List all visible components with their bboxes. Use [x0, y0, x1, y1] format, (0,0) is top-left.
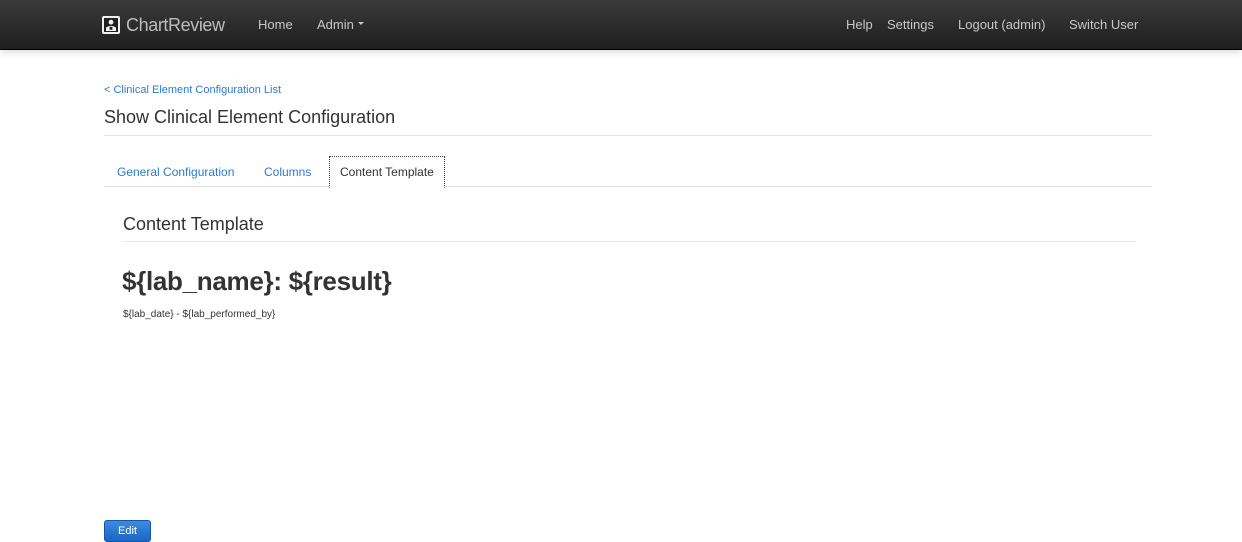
top-navbar: ChartReview Home Admin Help Settings Log…: [0, 0, 1242, 50]
brand-link[interactable]: ChartReview: [102, 11, 225, 39]
section-title: Content Template: [123, 214, 264, 234]
nav-admin-dropdown[interactable]: Admin: [317, 17, 364, 32]
caret-down-icon: [357, 22, 364, 26]
section-divider: [123, 241, 1135, 242]
nav-settings[interactable]: Settings: [887, 17, 934, 32]
nav-home[interactable]: Home: [258, 17, 293, 32]
tab-general-configuration[interactable]: General Configuration: [117, 156, 234, 187]
edit-button[interactable]: Edit: [104, 520, 151, 542]
tab-bar: General Configuration Columns Content Te…: [104, 156, 1152, 188]
tab-content-template[interactable]: Content Template: [329, 156, 445, 188]
nav-logout[interactable]: Logout (admin): [958, 17, 1045, 32]
nav-switch-user[interactable]: Switch User: [1069, 17, 1138, 32]
tab-columns[interactable]: Columns: [264, 156, 311, 187]
template-heading: ${lab_name}: ${result}: [122, 266, 392, 296]
back-to-list-link[interactable]: < Clinical Element Configuration List: [104, 84, 281, 96]
template-subtext: ${lab_date} - ${lab_performed_by}: [123, 309, 276, 320]
title-divider: [104, 135, 1152, 136]
person-chart-icon: [102, 16, 120, 34]
nav-help[interactable]: Help: [846, 17, 873, 32]
page-title: Show Clinical Element Configuration: [104, 107, 396, 127]
nav-admin-label: Admin: [317, 17, 354, 32]
brand-name: ChartReview: [126, 14, 225, 35]
